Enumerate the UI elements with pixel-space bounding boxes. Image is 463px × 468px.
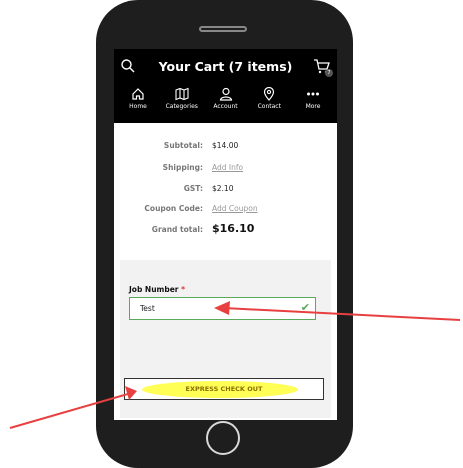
gst-row: GST: $2.10: [114, 184, 337, 198]
add-coupon-link[interactable]: Add Coupon: [212, 204, 258, 213]
gst-label: GST:: [183, 184, 203, 193]
add-shipping-info-link[interactable]: Add Info: [212, 163, 243, 172]
grand-total-label: Grand total:: [151, 225, 203, 234]
subtotal-row: Subtotal: $14.00: [114, 141, 337, 155]
required-mark: *: [181, 285, 186, 294]
nav-label: Home: [129, 103, 147, 110]
nav-label: Categories: [165, 103, 198, 110]
cart-title: Your Cart (7 items): [158, 59, 293, 74]
job-number-label-text: Job Number: [129, 285, 179, 294]
speaker-slot: [199, 26, 247, 32]
cart-icon[interactable]: 7: [313, 58, 333, 77]
nav-label: Account: [213, 103, 238, 110]
gst-value: $2.10: [212, 184, 234, 193]
nav-label: Contact: [257, 103, 281, 110]
more-dots-icon: [307, 92, 319, 96]
app-screen: Your Cart (7 items) 7 Home Categories Ac…: [114, 49, 337, 420]
coupon-label: Coupon Code:: [144, 204, 203, 213]
nav-label: More: [305, 103, 321, 110]
coupon-row: Coupon Code: Add Coupon: [114, 204, 337, 218]
grand-total-row: Grand total: $16.10: [114, 222, 337, 239]
cart-count-badge: 7: [325, 69, 333, 77]
job-number-value: Test: [140, 304, 155, 313]
account-icon: [219, 87, 232, 101]
grand-total-value: $16.10: [212, 222, 255, 235]
shipping-row: Shipping: Add Info: [114, 163, 337, 177]
express-checkout-label: EXPRESS CHECK OUT: [185, 385, 263, 393]
express-checkout-button[interactable]: EXPRESS CHECK OUT: [124, 378, 324, 400]
phone-home-button[interactable]: [206, 421, 240, 455]
map-icon: [175, 87, 189, 101]
job-number-label: Job Number *: [129, 285, 185, 294]
shipping-label: Shipping:: [162, 163, 203, 172]
nav-item-categories[interactable]: Categories: [162, 87, 202, 121]
subtotal-value: $14.00: [212, 141, 239, 150]
nav-item-contact[interactable]: Contact: [249, 87, 289, 121]
phone-top-bezel: [96, 0, 353, 48]
nav-item-home[interactable]: Home: [118, 87, 158, 121]
checkmark-icon: ✔: [300, 301, 310, 314]
app-header: Your Cart (7 items) 7 Home Categories Ac…: [114, 49, 337, 123]
nav-item-more[interactable]: More: [293, 87, 333, 121]
job-number-input[interactable]: Test ✔: [129, 297, 316, 320]
location-pin-icon: [264, 87, 275, 101]
subtotal-label: Subtotal:: [163, 141, 203, 150]
main-nav: Home Categories Account Contact More: [114, 87, 337, 121]
home-icon: [132, 88, 144, 100]
nav-item-account[interactable]: Account: [206, 87, 246, 121]
